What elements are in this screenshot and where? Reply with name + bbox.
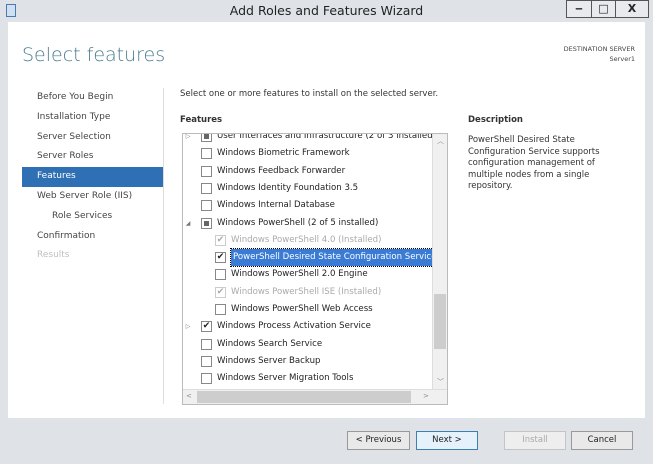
nav-item[interactable]: Before You Begin — [22, 88, 163, 108]
nav-item: Results — [37, 250, 70, 261]
feature-label[interactable]: Windows Search Service — [217, 336, 322, 353]
nav-item[interactable]: Role Services — [22, 207, 163, 227]
nav-item[interactable]: Installation Type — [22, 108, 163, 128]
feature-row[interactable]: Windows Search Service — [183, 336, 433, 353]
feature-checkbox[interactable]: ✔ — [201, 321, 212, 333]
close-button[interactable]: X — [615, 0, 649, 18]
feature-label[interactable]: Windows PowerShell 2.0 Engine — [231, 266, 368, 283]
horizontal-scroll-thumb[interactable] — [197, 391, 411, 403]
nav-item[interactable]: Web Server Role (IIS) — [22, 187, 163, 207]
feature-label[interactable]: Windows Feedback Forwarder — [217, 163, 345, 180]
feature-checkbox[interactable]: ✔ — [215, 252, 226, 264]
feature-label[interactable]: Windows PowerShell Web Access — [231, 301, 373, 318]
feature-checkbox: ✔ — [215, 234, 226, 246]
destination-server: DESTINATION SERVER Server1 — [564, 44, 635, 64]
feature-row[interactable]: Windows Server Backup — [183, 353, 433, 370]
feature-row[interactable]: ✔ PowerShell Desired State Configuration … — [183, 248, 440, 268]
nav-item[interactable]: Confirmation — [22, 227, 163, 247]
scroll-down-icon[interactable]: ﹀ — [437, 377, 444, 387]
feature-checkbox[interactable] — [201, 217, 212, 229]
feature-row[interactable]: Windows PowerShell Web Access — [183, 301, 433, 318]
feature-label[interactable]: Windows PowerShell ISE (Installed) — [231, 284, 381, 301]
feature-checkbox[interactable] — [201, 165, 212, 177]
feature-label[interactable]: Windows Process Activation Service — [217, 318, 371, 335]
feature-row[interactable]: Windows Internal Database — [183, 197, 433, 214]
wizard-content: Select features DESTINATION SERVER Serve… — [8, 22, 645, 418]
feature-label[interactable]: Windows Identity Foundation 3.5 — [217, 180, 358, 197]
feature-row[interactable]: Windows Feedback Forwarder — [183, 163, 433, 180]
feature-row[interactable]: Windows Biometric Framework — [183, 145, 433, 162]
feature-row[interactable]: Windows Server Migration Tools — [183, 370, 433, 387]
collapse-arrow-icon[interactable]: ◢ — [183, 215, 193, 232]
scroll-right-icon[interactable]: > — [423, 392, 429, 400]
feature-row[interactable]: ✔ Windows PowerShell 4.0 (Installed) — [183, 232, 433, 249]
feature-checkbox[interactable] — [201, 148, 212, 160]
divider — [163, 88, 164, 404]
feature-label[interactable]: Windows PowerShell 4.0 (Installed) — [231, 232, 382, 249]
title-bar: Add Roles and Features Wizard ‒ □ X — [0, 0, 653, 22]
window-title: Add Roles and Features Wizard — [229, 3, 424, 18]
feature-checkbox[interactable] — [201, 200, 212, 212]
description-header: Description — [468, 115, 523, 125]
install-button[interactable]: Install — [504, 431, 566, 450]
wizard-nav: Before You Begin Installation Type Server … — [22, 88, 163, 266]
feature-row[interactable]: ◢ Windows PowerShell (2 of 5 installed) — [183, 215, 433, 232]
vertical-scrollbar[interactable]: ︿ ﹀ — [432, 134, 447, 390]
feature-row[interactable]: Windows PowerShell 2.0 Engine — [183, 266, 433, 283]
feature-checkbox[interactable] — [215, 269, 226, 281]
feature-checkbox[interactable] — [201, 338, 212, 350]
feature-row[interactable]: ▷ ✔ Windows Process Activation Service — [183, 318, 433, 335]
feature-checkbox[interactable] — [201, 182, 212, 194]
horizontal-scrollbar[interactable]: < > — [183, 389, 447, 404]
feature-checkbox[interactable] — [201, 134, 212, 142]
nav-item[interactable]: Features — [22, 167, 163, 187]
feature-label[interactable]: PowerShell Desired State Configuration S… — [230, 248, 440, 268]
destination-label: DESTINATION SERVER — [563, 45, 635, 53]
feature-row[interactable]: ▷ User Interfaces and Infrastructure (2 o… — [183, 134, 436, 145]
vertical-scroll-thumb[interactable] — [434, 294, 446, 349]
features-header: Features — [180, 115, 223, 125]
instruction-text: Select one or more features to install o… — [180, 89, 439, 99]
feature-checkbox: ✔ — [215, 286, 226, 298]
nav-item[interactable]: Server Roles — [22, 147, 163, 167]
feature-checkbox[interactable] — [201, 373, 212, 385]
next-button[interactable]: Next > — [416, 431, 478, 450]
features-tree[interactable]: ▷ User Interfaces and Infrastructure (2 o… — [182, 133, 448, 405]
feature-label[interactable]: User Interfaces and Infrastructure (2 of… — [217, 134, 436, 145]
feature-label[interactable]: Windows Internal Database — [217, 197, 335, 214]
description-text: PowerShell Desired State Configuration S… — [468, 135, 600, 191]
feature-label[interactable]: Windows PowerShell (2 of 5 installed) — [217, 215, 378, 232]
minimize-button[interactable]: ‒ — [566, 0, 592, 18]
feature-row[interactable]: Windows Identity Foundation 3.5 — [183, 180, 433, 197]
feature-checkbox[interactable] — [215, 304, 226, 315]
nav-item[interactable]: Server Selection — [22, 128, 163, 148]
feature-checkbox[interactable] — [201, 355, 212, 367]
feature-label[interactable]: Windows Server Migration Tools — [217, 370, 353, 387]
feature-row[interactable]: ✔ Windows PowerShell ISE (Installed) — [183, 284, 433, 301]
expand-arrow-icon[interactable]: ▷ — [183, 318, 193, 335]
maximize-button[interactable]: □ — [591, 0, 616, 18]
feature-label[interactable]: Windows Server Backup — [217, 353, 321, 370]
page-title: Select features — [22, 44, 166, 66]
destination-server-name: Server1 — [609, 55, 635, 63]
expand-arrow-icon[interactable]: ▷ — [183, 134, 193, 145]
scroll-left-icon[interactable]: < — [186, 392, 192, 400]
wizard-footer: < Previous Next > Install Cancel — [0, 418, 653, 464]
previous-button[interactable]: < Previous — [347, 431, 410, 450]
scroll-up-icon[interactable]: ︿ — [437, 136, 444, 146]
feature-label[interactable]: Windows Biometric Framework — [217, 145, 350, 162]
cancel-button[interactable]: Cancel — [571, 431, 633, 450]
